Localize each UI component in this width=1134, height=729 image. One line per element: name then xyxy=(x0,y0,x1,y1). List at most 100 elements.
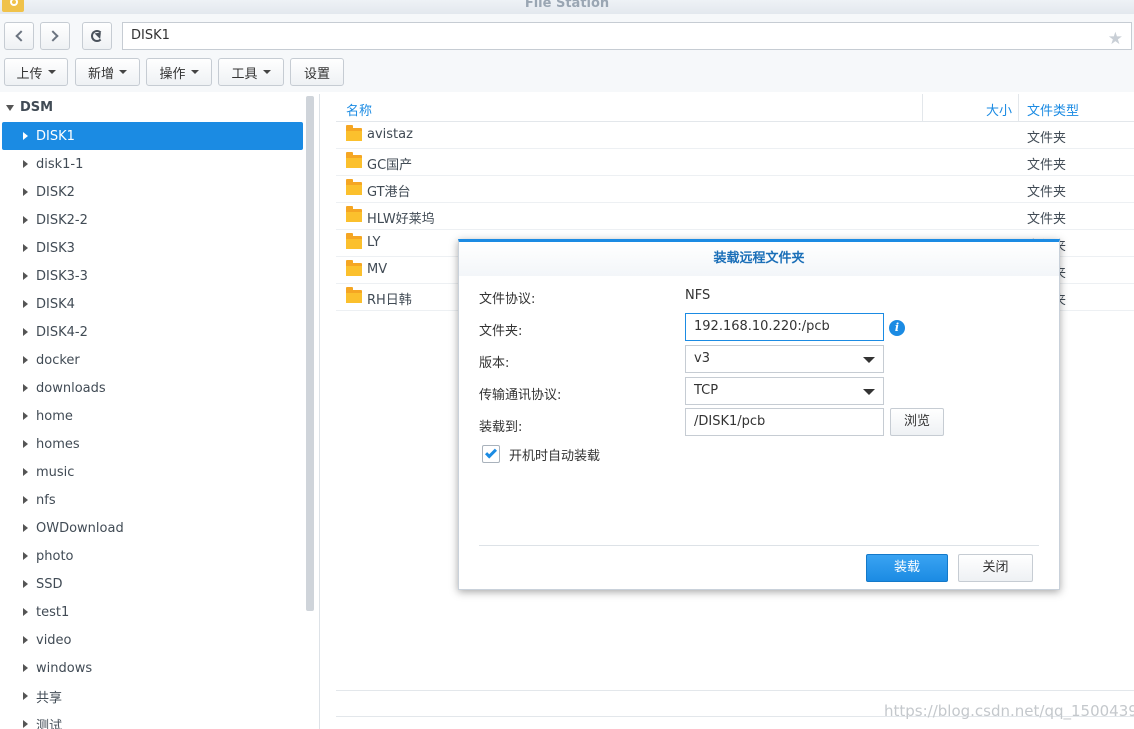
version-select[interactable]: v3 xyxy=(685,345,884,373)
tree-item[interactable]: nfs xyxy=(2,486,303,514)
tree-item[interactable]: DISK1 xyxy=(2,122,303,150)
tools-button[interactable]: 工具 xyxy=(218,58,284,86)
mount-remote-folder-dialog: 装载远程文件夹 文件协议: NFS 文件夹: 192.168.10.220:/p… xyxy=(458,239,1060,590)
tree-item[interactable]: DISK4 xyxy=(2,290,303,318)
tree-item[interactable]: DISK3 xyxy=(2,234,303,262)
tree-root[interactable]: DSM xyxy=(6,100,53,115)
forward-button[interactable] xyxy=(40,22,70,50)
tree-item[interactable]: 测试 xyxy=(2,710,303,729)
close-button[interactable]: 关闭 xyxy=(958,554,1033,582)
tree-item[interactable]: SSD xyxy=(2,570,303,598)
transport-select[interactable]: TCP xyxy=(685,377,884,405)
folder-icon xyxy=(346,287,362,303)
tree-item[interactable]: music xyxy=(2,458,303,486)
table-row[interactable]: GC国产 文件夹 xyxy=(336,149,1134,176)
expand-icon[interactable] xyxy=(23,328,28,336)
tree-item-label: windows xyxy=(36,660,93,676)
expand-icon[interactable] xyxy=(23,356,28,364)
expand-icon[interactable] xyxy=(23,524,28,532)
tree-item[interactable]: windows xyxy=(2,654,303,682)
mount-button[interactable]: 装载 xyxy=(866,554,948,582)
tree-item-label: DISK3-3 xyxy=(36,268,88,284)
folder-tree: DSM DISK1 disk1-1 DISK2 DISK2-2 DISK3 DISK3-3… xyxy=(0,94,320,729)
tree-item[interactable]: DISK3-3 xyxy=(2,262,303,290)
tree-item[interactable]: DISK2-2 xyxy=(2,206,303,234)
expand-icon[interactable] xyxy=(23,720,28,728)
column-size[interactable]: 大小 xyxy=(986,100,1012,119)
column-name[interactable]: 名称 xyxy=(346,100,372,119)
forward-icon xyxy=(47,30,59,42)
automount-checkbox[interactable] xyxy=(482,445,500,463)
expand-icon[interactable] xyxy=(23,300,28,308)
expand-icon[interactable] xyxy=(23,160,28,168)
table-row[interactable]: HLW好莱坞 文件夹 xyxy=(336,203,1134,230)
expand-icon[interactable] xyxy=(23,664,28,672)
star-icon[interactable]: ★ xyxy=(1108,26,1123,52)
expand-icon[interactable] xyxy=(23,188,28,196)
tree-item[interactable]: DISK2 xyxy=(2,178,303,206)
path-field[interactable]: DISK1 ★ xyxy=(122,22,1132,50)
tree-item[interactable]: OWDownload xyxy=(2,514,303,542)
expand-icon[interactable] xyxy=(23,244,28,252)
tree-item[interactable]: photo xyxy=(2,542,303,570)
navigation-bar: DISK1 ★ xyxy=(0,14,1134,56)
action-button[interactable]: 操作 xyxy=(146,58,212,86)
mount-path-input[interactable]: /DISK1/pcb xyxy=(685,408,884,436)
tree-item-label: DISK4 xyxy=(36,296,75,312)
info-icon[interactable]: i xyxy=(889,320,905,336)
tree-item[interactable]: docker xyxy=(2,346,303,374)
tree-item[interactable]: downloads xyxy=(2,374,303,402)
table-row[interactable]: avistaz 文件夹 xyxy=(336,122,1134,149)
expand-icon xyxy=(6,104,14,111)
tree-item[interactable]: video xyxy=(2,626,303,654)
create-button[interactable]: 新增 xyxy=(75,58,140,86)
tree-item-label: photo xyxy=(36,548,74,564)
expand-icon[interactable] xyxy=(23,440,28,448)
folder-icon xyxy=(346,233,362,249)
tree-item[interactable]: test1 xyxy=(2,598,303,626)
expand-icon[interactable] xyxy=(23,412,28,420)
upload-button[interactable]: 上传 xyxy=(4,58,68,86)
tree-item-label: homes xyxy=(36,436,80,452)
mount-label: 装载到: xyxy=(479,420,523,435)
tree-item[interactable]: disk1-1 xyxy=(2,150,303,178)
tools-label: 工具 xyxy=(231,66,258,82)
folder-icon xyxy=(346,260,362,276)
expand-icon[interactable] xyxy=(23,216,28,224)
tree-item[interactable]: homes xyxy=(2,430,303,458)
scrollbar-thumb[interactable] xyxy=(306,96,314,611)
table-row[interactable]: GT港台 文件夹 xyxy=(336,176,1134,203)
expand-icon[interactable] xyxy=(23,496,28,504)
folder-icon xyxy=(346,125,362,141)
transport-value: TCP xyxy=(694,383,719,398)
expand-icon[interactable] xyxy=(23,608,28,616)
expand-icon[interactable] xyxy=(23,468,28,476)
expand-icon[interactable] xyxy=(23,580,28,588)
back-icon xyxy=(15,30,27,42)
chevron-down-icon xyxy=(863,389,875,395)
watermark: https://blog.csdn.net/qq_15004391 xyxy=(884,702,1134,720)
expand-icon[interactable] xyxy=(23,132,28,140)
folder-input[interactable]: 192.168.10.220:/pcb xyxy=(685,313,884,341)
expand-icon[interactable] xyxy=(23,384,28,392)
protocol-label: 文件协议: xyxy=(479,292,536,307)
tree-item-label: SSD xyxy=(36,576,63,592)
back-button[interactable] xyxy=(4,22,34,50)
expand-icon[interactable] xyxy=(23,552,28,560)
tree-item[interactable]: 共享 xyxy=(2,682,303,710)
create-label: 新增 xyxy=(87,66,114,82)
expand-icon[interactable] xyxy=(23,692,28,700)
column-type[interactable]: 文件类型 xyxy=(1027,100,1079,119)
tree-item[interactable]: DISK4-2 xyxy=(2,318,303,346)
tree-item-label: docker xyxy=(36,352,80,368)
settings-button[interactable]: 设置 xyxy=(290,58,344,86)
file-name: GT港台 xyxy=(367,185,411,200)
tree-item-label: OWDownload xyxy=(36,520,124,536)
expand-icon[interactable] xyxy=(23,272,28,280)
browse-button[interactable]: 浏览 xyxy=(890,408,944,436)
refresh-button[interactable] xyxy=(82,22,112,50)
chevron-down-icon xyxy=(47,70,56,74)
automount-label[interactable]: 开机时自动装载 xyxy=(509,445,600,464)
expand-icon[interactable] xyxy=(23,636,28,644)
tree-item[interactable]: home xyxy=(2,402,303,430)
